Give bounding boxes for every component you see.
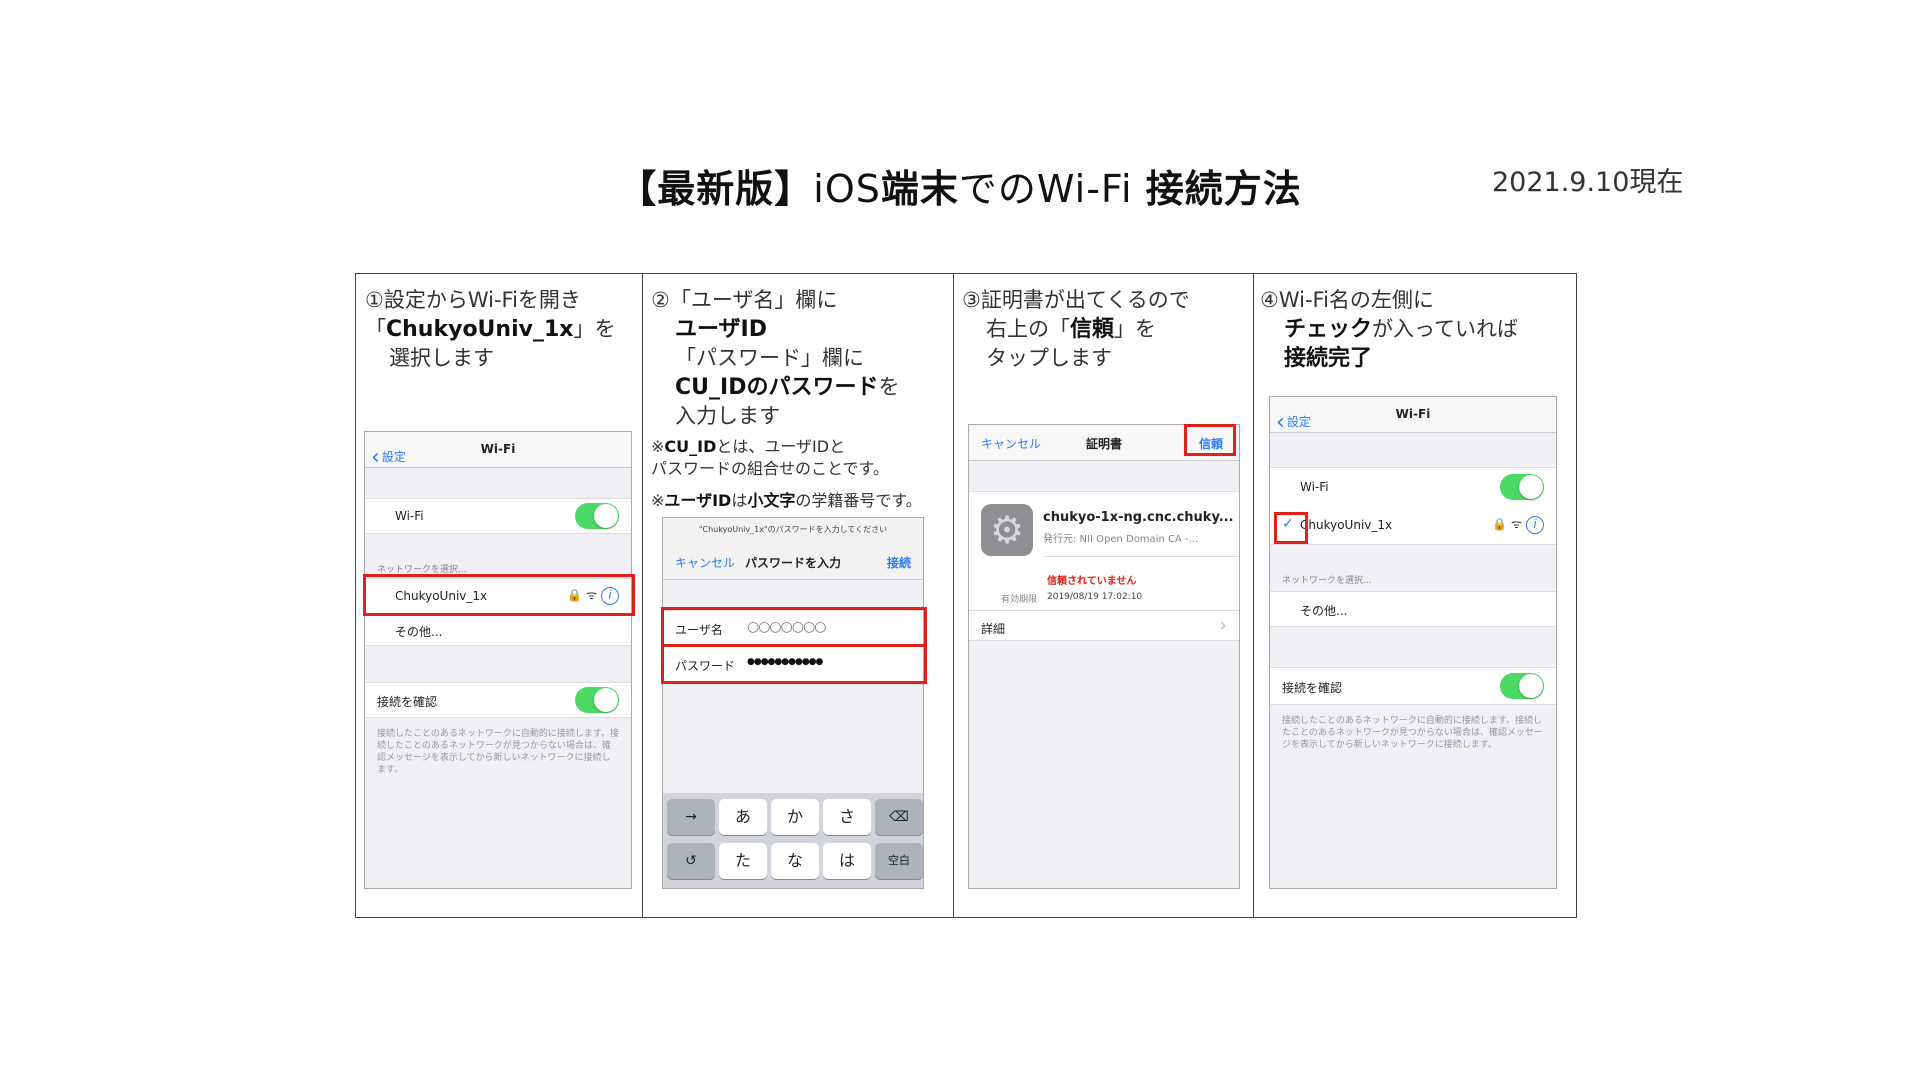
ask-join-footer: 接続したことのあるネットワークに自動的に接続します。接続したことのあるネットワー… bbox=[377, 729, 620, 775]
step-3: ③証明書が出てくるので 右上の「信頼」を タップします キャンセル 証明書 信頼… bbox=[953, 274, 1253, 917]
network-status-icons: 🔒 ᯤi bbox=[1492, 515, 1544, 534]
step-2-line5: 入力します bbox=[675, 404, 780, 428]
wifi-toggle[interactable] bbox=[1500, 474, 1544, 500]
network-name[interactable]: ChukyoUniv_1x bbox=[1300, 518, 1392, 532]
key-ka[interactable]: か bbox=[771, 799, 819, 835]
wifi-label: Wi-Fi bbox=[395, 509, 424, 523]
certificate-info: chukyo-1x-ng.cnc.chuky... 発行元: NII Open … bbox=[969, 491, 1239, 641]
ask-join-footer: 接続したことのあるネットワークに自動的に接続します。接続したことのあるネットワー… bbox=[1282, 716, 1543, 750]
network-name-bold: ChukyoUniv_1x bbox=[386, 317, 574, 342]
ask-join-row: 接続を確認 bbox=[1270, 667, 1556, 705]
other-row: その他... bbox=[1270, 591, 1556, 627]
step-2-line2: ユーザID bbox=[675, 317, 768, 342]
wifi-toggle[interactable] bbox=[575, 503, 619, 529]
wifi-toggle-row: Wi-Fi bbox=[365, 498, 631, 534]
note-user-id: ※ユーザIDは小文字の学籍番号です。 bbox=[651, 491, 922, 510]
step-1-instructions: ①設定からWi-Fiを開き 「ChukyoUniv_1x」を 選択します bbox=[365, 286, 615, 373]
password-prompt: "ChukyoUniv_1x"のパスワードを入力してください bbox=[698, 525, 888, 534]
chevron-right-icon: › bbox=[1219, 615, 1227, 636]
key-sa[interactable]: さ bbox=[823, 799, 871, 835]
step-4-line1: ④Wi-Fi名の左側に bbox=[1260, 288, 1434, 312]
lock-icon: 🔒 bbox=[1492, 517, 1508, 531]
step-3-line2: 右上の「信頼」を bbox=[986, 317, 1157, 342]
key-arrow[interactable]: → bbox=[667, 799, 715, 835]
details-label[interactable]: 詳細 bbox=[981, 620, 1005, 637]
step-4-instructions: ④Wi-Fi名の左側に チェックが入っていれば 接続完了 bbox=[1260, 286, 1518, 373]
title-ios: iOS bbox=[813, 167, 881, 211]
other-network[interactable]: その他... bbox=[1300, 602, 1347, 619]
section-networks: ネットワークを選択... bbox=[1282, 576, 1372, 586]
key-a[interactable]: あ bbox=[719, 799, 767, 835]
expires-value: 2019/08/19 17:02:10 bbox=[1047, 592, 1143, 602]
other-network[interactable]: その他... bbox=[395, 623, 442, 640]
step-1-line3: 選択します bbox=[389, 346, 494, 370]
info-icon[interactable]: i bbox=[1526, 516, 1544, 534]
highlight-trust bbox=[1184, 424, 1236, 456]
join-button[interactable]: 接続 bbox=[887, 554, 911, 571]
title-wifi: Wi-Fi bbox=[1036, 167, 1133, 211]
title-de: での bbox=[958, 167, 1037, 211]
ask-join-label: 接続を確認 bbox=[1282, 681, 1343, 695]
certificate-screen: キャンセル 証明書 信頼 chukyo-1x-ng.cnc.chuky... 発… bbox=[968, 424, 1240, 889]
step-4-line3: 接続完了 bbox=[1284, 346, 1373, 371]
wifi-settings-screen: 設定 Wi-Fi Wi-Fi ネットワークを選択... ChukyoUniv_1… bbox=[364, 431, 632, 889]
steps-table: ①設定からWi-Fiを開き 「ChukyoUniv_1x」を 選択します 設定 … bbox=[355, 273, 1577, 918]
nav-bar: 設定 Wi-Fi bbox=[1270, 397, 1556, 433]
step-4-line2: チェックが入っていれば bbox=[1284, 317, 1518, 342]
step-2-line4: CU_IDのパスワードを bbox=[675, 375, 900, 400]
key-undo[interactable]: ↺ bbox=[667, 843, 715, 879]
ask-join-toggle[interactable] bbox=[1500, 673, 1544, 699]
ask-join-label: 接続を確認 bbox=[377, 695, 438, 709]
wifi-label: Wi-Fi bbox=[1300, 480, 1329, 494]
step-4: ④Wi-Fi名の左側に チェックが入っていれば 接続完了 設定 Wi-Fi Wi… bbox=[1253, 274, 1578, 917]
password-dialog-header: "ChukyoUniv_1x"のパスワードを入力してください キャンセル パスワ… bbox=[663, 518, 923, 580]
expires-label: 有効期限 bbox=[1001, 595, 1038, 605]
step-2-line1: ②「ユーザ名」欄に bbox=[651, 288, 838, 312]
dialog-title: パスワードを入力 bbox=[744, 556, 841, 570]
step-3-line3: タップします bbox=[986, 346, 1112, 370]
ask-join-toggle[interactable] bbox=[575, 687, 619, 713]
certificate-name: chukyo-1x-ng.cnc.chuky... bbox=[1043, 510, 1234, 525]
nav-bar: 設定 Wi-Fi bbox=[365, 432, 631, 468]
wifi-signal-icon: ᯤ bbox=[1511, 517, 1522, 531]
nav-title: Wi-Fi bbox=[480, 442, 516, 456]
step-2-instructions: ②「ユーザ名」欄に ユーザID 「パスワード」欄に CU_IDのパスワードを 入… bbox=[651, 286, 899, 431]
highlight-network bbox=[363, 574, 635, 616]
password-screen: "ChukyoUniv_1x"のパスワードを入力してください キャンセル パスワ… bbox=[662, 517, 924, 889]
key-ta[interactable]: た bbox=[719, 843, 767, 879]
space-key[interactable]: 空白 bbox=[875, 843, 923, 879]
highlight-check bbox=[1274, 512, 1308, 544]
step-2: ②「ユーザ名」欄に ユーザID 「パスワード」欄に CU_IDのパスワードを 入… bbox=[642, 274, 953, 917]
step-1: ①設定からWi-Fiを開き 「ChukyoUniv_1x」を 選択します 設定 … bbox=[356, 274, 642, 917]
ask-join-row: 接続を確認 bbox=[365, 682, 631, 718]
keyboard: → あ か さ ⌫ ↺ た な は 空白 bbox=[663, 793, 923, 888]
step-3-instructions: ③証明書が出てくるので 右上の「信頼」を タップします bbox=[962, 286, 1190, 373]
highlight-password bbox=[661, 644, 927, 684]
title-method: 接続方法 bbox=[1145, 167, 1302, 211]
key-ha[interactable]: は bbox=[823, 843, 871, 879]
certificate-issuer: 発行元: NII Open Domain CA -... bbox=[1043, 534, 1199, 545]
step-1-line2: 「ChukyoUniv_1x」を bbox=[365, 317, 616, 342]
certificate-icon bbox=[981, 504, 1033, 556]
title-device: 端末 bbox=[880, 167, 959, 211]
note-cu-id: ※CU_IDとは、ユーザIDと パスワードの組合せのことです。 bbox=[651, 437, 889, 478]
step-2-line3: 「パスワード」欄に bbox=[675, 346, 864, 370]
key-na[interactable]: な bbox=[771, 843, 819, 879]
date-stamp: 2021.9.10現在 bbox=[1492, 167, 1684, 198]
delete-key[interactable]: ⌫ bbox=[875, 799, 923, 835]
title-bracket: 【最新版】 bbox=[618, 167, 814, 211]
nav-title: Wi-Fi bbox=[1395, 407, 1431, 421]
step-1-line1: ①設定からWi-Fiを開き bbox=[365, 288, 581, 312]
wifi-connected-screen: 設定 Wi-Fi Wi-Fi ✓ ChukyoUniv_1x 🔒 ᯤi ネットワ… bbox=[1269, 396, 1557, 889]
not-trusted-status: 信頼されていません bbox=[1047, 576, 1137, 587]
wifi-current-network: Wi-Fi ✓ ChukyoUniv_1x 🔒 ᯤi bbox=[1270, 467, 1556, 545]
step-3-line1: ③証明書が出てくるので bbox=[962, 288, 1190, 312]
highlight-username bbox=[661, 607, 927, 647]
